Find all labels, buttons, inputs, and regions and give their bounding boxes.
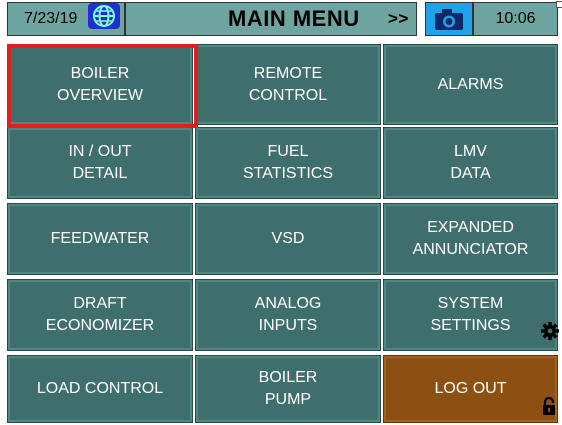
load-control-button[interactable]: LOAD CONTROL — [7, 355, 193, 423]
vsd-button[interactable]: VSD — [195, 203, 381, 275]
globe-icon[interactable] — [88, 3, 120, 29]
analog-inputs-button[interactable]: ANALOG INPUTS — [195, 279, 381, 351]
button-label: LOG OUT — [434, 380, 507, 397]
button-label: LOAD CONTROL — [36, 380, 164, 397]
button-label: FEEDWATER — [50, 230, 150, 247]
feedwater-button[interactable]: FEEDWATER — [7, 203, 193, 275]
button-label: EXPANDED ANNUNCIATOR — [412, 219, 529, 258]
button-label: LMV DATA — [450, 143, 491, 182]
time-text: 10:06 — [495, 10, 536, 27]
lmv-data-button[interactable]: LMV DATA — [383, 127, 558, 199]
button-label: REMOTE CONTROL — [248, 64, 328, 104]
button-label: VSD — [271, 230, 305, 247]
button-label: BOILER PUMP — [258, 369, 318, 408]
time-display: 10:06 — [473, 2, 558, 36]
header-bar: 7/23/19 MAIN MENU >> 10:06 — [0, 0, 562, 39]
button-label: IN / OUT DETAIL — [68, 143, 132, 182]
button-label: ANALOG INPUTS — [254, 295, 322, 334]
button-label: SYSTEM SETTINGS — [430, 295, 511, 334]
in-out-detail-button[interactable]: IN / OUT DETAIL — [7, 127, 193, 199]
draft-economizer-button[interactable]: DRAFT ECONOMIZER — [7, 279, 193, 351]
button-label: DRAFT ECONOMIZER — [45, 295, 155, 334]
button-label: FUEL STATISTICS — [242, 143, 334, 182]
remote-control-button[interactable]: REMOTE CONTROL — [195, 44, 381, 125]
alarms-button[interactable]: ALARMS — [383, 44, 558, 125]
next-page-button[interactable]: >> — [388, 9, 409, 29]
corner-indicator — [556, 1, 562, 8]
button-label: ALARMS — [437, 75, 504, 93]
log-out-button[interactable]: LOG OUT — [383, 355, 558, 423]
fuel-statistics-button[interactable]: FUEL STATISTICS — [195, 127, 381, 199]
unlock-icon — [541, 396, 557, 416]
page-title: MAIN MENU >> — [125, 2, 417, 36]
camera-icon[interactable] — [425, 2, 473, 36]
selection-highlight — [7, 44, 198, 128]
system-settings-button[interactable]: SYSTEM SETTINGS — [383, 279, 558, 351]
title-text: MAIN MENU — [228, 6, 360, 31]
boiler-pump-button[interactable]: BOILER PUMP — [195, 355, 381, 423]
gear-icon — [540, 321, 560, 341]
date-text: 7/23/19 — [24, 10, 78, 27]
expanded-annunciator-button[interactable]: EXPANDED ANNUNCIATOR — [383, 203, 558, 275]
